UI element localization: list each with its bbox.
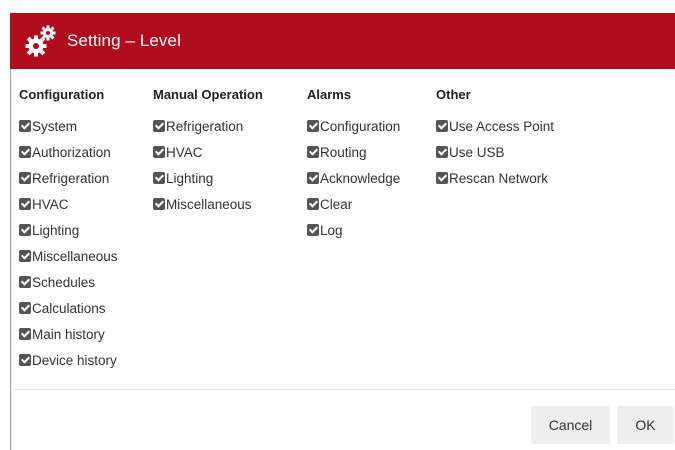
checkbox-checked-icon[interactable] [19,302,31,314]
footer-divider [11,389,675,390]
checkbox-label: Authorization [32,144,111,160]
checkbox-label: Configuration [320,118,401,134]
cancel-button[interactable]: Cancel [531,406,610,444]
checkbox-label: Acknowledge [320,170,401,186]
dialog-left-border [10,69,11,450]
checkbox-checked-icon[interactable] [19,172,31,184]
checkbox-option[interactable]: Clear [307,191,400,217]
checkbox-option[interactable]: Lighting [153,165,263,191]
checkbox-label: Rescan Network [449,170,549,186]
checkbox-label: Device history [32,352,117,368]
checkbox-option[interactable]: Refrigeration [153,113,263,139]
dialog-title-bar: Setting – Level [10,13,675,69]
checkbox-option[interactable]: Calculations [19,295,118,321]
checkbox-option[interactable]: Refrigeration [19,165,118,191]
checkbox-label: Miscellaneous [166,196,252,212]
checkbox-label: Schedules [32,274,96,290]
checkbox-option[interactable]: Use USB [436,139,554,165]
checkbox-checked-icon[interactable] [153,146,165,158]
checkbox-label: Log [320,222,343,238]
column-header: Configuration [19,87,105,102]
checkbox-checked-icon[interactable] [19,224,31,236]
setting-level-dialog: Setting – Level Configuration System Aut… [0,0,675,450]
column-header: Other [436,87,471,102]
checkbox-label: Refrigeration [32,170,110,186]
dialog-title: Setting – Level [67,31,181,50]
checkbox-option[interactable]: Rescan Network [436,165,554,191]
checkbox-label: System [32,118,78,134]
column-other: Other Use Access Point Use USB Rescan Ne… [436,87,554,191]
checkbox-option[interactable]: Authorization [19,139,118,165]
checkbox-checked-icon[interactable] [307,120,319,132]
checkbox-checked-icon[interactable] [19,250,31,262]
checkbox-label: Lighting [32,222,80,238]
checkbox-checked-icon[interactable] [307,146,319,158]
column-header: Manual Operation [153,87,263,102]
checkbox-label: HVAC [32,196,69,212]
checkbox-label: Use Access Point [449,118,555,134]
checkbox-option[interactable]: HVAC [153,139,263,165]
checkbox-checked-icon[interactable] [436,172,448,184]
checkbox-checked-icon[interactable] [436,120,448,132]
column-header: Alarms [307,87,352,102]
checkbox-label: Miscellaneous [32,248,118,264]
checkbox-checked-icon[interactable] [19,354,31,366]
checkbox-option[interactable]: Schedules [19,269,118,295]
checkbox-option[interactable]: Routing [307,139,400,165]
checkbox-option[interactable]: HVAC [19,191,118,217]
checkbox-option[interactable]: Lighting [19,217,118,243]
checkbox-option[interactable]: Miscellaneous [19,243,118,269]
checkbox-checked-icon[interactable] [436,146,448,158]
checkbox-option[interactable]: Log [307,217,400,243]
checkbox-label: Refrigeration [166,118,244,134]
column-alarms: Alarms Configuration Routing Acknowledge… [307,87,400,243]
checkbox-label: HVAC [166,144,203,160]
checkbox-checked-icon[interactable] [19,328,31,340]
checkbox-option[interactable]: System [19,113,118,139]
checkbox-label: Routing [320,144,367,160]
checkbox-label: Lighting [166,170,214,186]
ok-button[interactable]: OK [617,406,674,444]
checkbox-option[interactable]: Use Access Point [436,113,554,139]
gears-icon [25,25,56,57]
checkbox-label: Calculations [32,300,106,316]
checkbox-checked-icon[interactable] [307,172,319,184]
checkbox-label: Use USB [449,144,505,160]
column-configuration: Configuration System Authorization Refri… [19,87,118,373]
checkbox-option[interactable]: Configuration [307,113,400,139]
checkbox-option[interactable]: Device history [19,347,118,373]
checkbox-checked-icon[interactable] [19,146,31,158]
checkbox-checked-icon[interactable] [19,276,31,288]
checkbox-checked-icon[interactable] [153,120,165,132]
column-manual-operation: Manual Operation Refrigeration HVAC Ligh… [153,87,263,217]
checkbox-checked-icon[interactable] [19,120,31,132]
checkbox-label: Clear [320,196,353,212]
checkbox-checked-icon[interactable] [307,224,319,236]
checkbox-checked-icon[interactable] [307,198,319,210]
checkbox-checked-icon[interactable] [153,198,165,210]
checkbox-option[interactable]: Acknowledge [307,165,400,191]
checkbox-label: Main history [32,326,105,342]
checkbox-checked-icon[interactable] [153,172,165,184]
checkbox-option[interactable]: Main history [19,321,118,347]
checkbox-checked-icon[interactable] [19,198,31,210]
checkbox-option[interactable]: Miscellaneous [153,191,263,217]
